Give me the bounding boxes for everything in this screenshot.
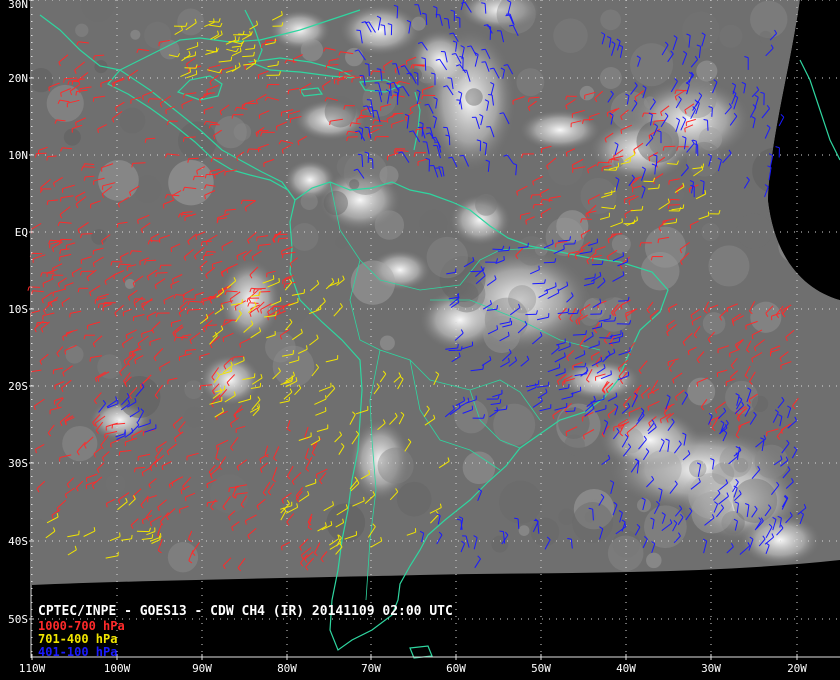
cloud-texture <box>350 260 396 305</box>
cloud-texture <box>144 21 172 49</box>
cloud-texture <box>105 474 126 494</box>
lon-label: 110W <box>19 662 46 675</box>
cloud-texture <box>754 444 789 479</box>
cloud <box>520 110 600 150</box>
cloud-texture <box>119 107 146 134</box>
cloud-texture <box>580 307 600 326</box>
cloud-texture <box>732 478 778 523</box>
cloud-texture <box>516 235 547 266</box>
cloud-texture <box>610 91 650 131</box>
lat-label: 20S <box>8 380 28 393</box>
pressure-legend: 1000-700 hPa701-400 hPa401-100 hPa <box>38 619 125 659</box>
cloud-texture <box>167 542 199 573</box>
lon-label: 100W <box>104 662 131 675</box>
cloud-texture <box>564 434 585 456</box>
cloud-texture <box>736 213 772 249</box>
lon-label: 70W <box>361 662 381 675</box>
map-title: CPTEC/INPE - GOES13 - CDW CH4 (IR) 20141… <box>38 604 453 619</box>
cloud-texture <box>530 517 560 547</box>
cloud-texture <box>759 30 773 44</box>
cloud-texture <box>640 251 680 291</box>
cloud-texture <box>712 462 735 485</box>
cloud-texture <box>336 155 360 179</box>
cloud-texture <box>183 406 205 428</box>
lat-label: 10N <box>8 149 28 162</box>
cloud-texture <box>600 9 622 31</box>
cloud-texture <box>643 505 687 549</box>
lat-label: 20N <box>8 72 28 85</box>
cloud-texture <box>426 236 468 279</box>
cloud-texture <box>646 552 662 569</box>
cloud-texture <box>687 377 716 406</box>
cloud-texture <box>686 141 722 177</box>
cloud-texture <box>556 210 589 243</box>
lon-label: 20W <box>787 662 807 675</box>
cloud-texture <box>499 480 543 524</box>
cloud-texture <box>98 159 139 201</box>
cloud-texture <box>349 179 360 190</box>
lon-label: 30W <box>701 662 721 675</box>
cloud-texture <box>419 209 448 238</box>
cloud-texture <box>708 245 750 287</box>
cloud-texture <box>130 29 141 40</box>
cloud-texture <box>681 11 720 50</box>
cloud-texture <box>411 16 426 31</box>
cloud-texture <box>618 427 644 454</box>
lon-label: 40W <box>616 662 636 675</box>
cloud-texture <box>75 23 89 37</box>
cloud-texture <box>465 88 483 106</box>
cloud-texture <box>611 234 631 254</box>
legend-entry: 401-100 hPa <box>38 645 117 659</box>
cloud-texture <box>475 193 497 216</box>
cloud-texture <box>377 447 414 484</box>
lat-label: EQ <box>15 226 28 239</box>
cloud-texture <box>290 223 319 251</box>
legend-entry: 1000-700 hPa <box>38 619 125 633</box>
cloud-texture <box>516 68 545 97</box>
cloud-texture <box>300 38 324 62</box>
lat-label: 10S <box>8 303 28 316</box>
lat-label: 30S <box>8 457 28 470</box>
cloud-texture <box>91 229 107 245</box>
cloud-texture <box>751 395 769 413</box>
cloud-texture <box>345 47 364 67</box>
cloud-texture <box>379 165 399 185</box>
cloud-texture <box>396 481 432 517</box>
cloud-texture <box>572 502 614 543</box>
cloud-texture <box>65 345 84 364</box>
cloud-texture <box>750 301 782 333</box>
cloud-texture <box>553 18 588 54</box>
cloud-texture <box>719 24 743 48</box>
cloud-texture <box>300 192 318 211</box>
cloud-texture <box>177 8 205 36</box>
lat-label: 30N <box>8 0 28 11</box>
cloud-texture <box>184 380 204 400</box>
cloud-texture <box>518 525 530 536</box>
cloud-texture <box>374 210 405 240</box>
cloud-texture <box>483 315 521 354</box>
legend-entry: 701-400 hPa <box>38 632 117 646</box>
cloud-texture <box>379 335 395 351</box>
cloud-texture <box>335 236 348 249</box>
lon-label: 60W <box>446 662 466 675</box>
cloud-texture <box>168 159 214 206</box>
lon-label: 90W <box>192 662 212 675</box>
cloud-texture <box>702 312 726 335</box>
satellite-wind-map: 30N 20N 10N EQ 10S 20S 30S 40S 50S 110W 100W 90W 80… <box>0 0 840 680</box>
lat-label: 40S <box>8 535 28 548</box>
lon-label: 50W <box>531 662 551 675</box>
cloud-texture <box>629 43 674 87</box>
lat-label: 50S <box>8 613 28 626</box>
cloud-texture <box>599 67 622 89</box>
lon-label: 80W <box>277 662 297 675</box>
